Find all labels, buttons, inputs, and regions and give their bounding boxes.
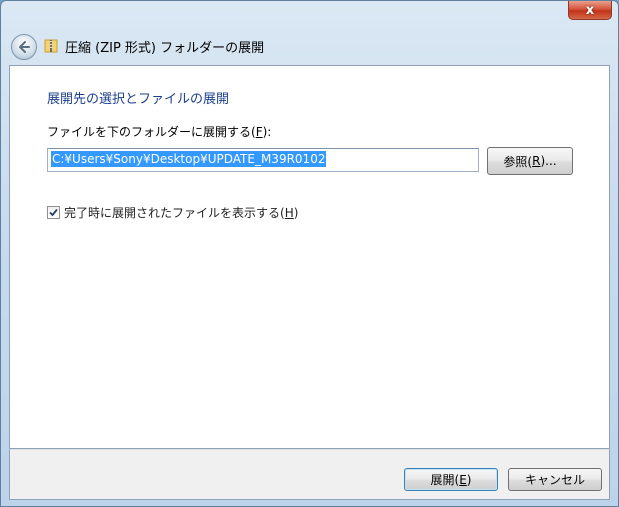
close-button[interactable]: x	[568, 1, 612, 20]
checkmark-icon	[49, 208, 58, 217]
destination-path-input[interactable]: C:¥Users¥Sony¥Desktop¥UPDATE_M39R0102	[47, 148, 479, 172]
browse-button[interactable]: 参照(R)...	[487, 147, 573, 175]
extract-wizard-window: x 圧縮 (ZIP 形式) フォルダーの展開 展開先の選択とファイルの展開 ファ…	[0, 0, 619, 507]
title-bar: x 圧縮 (ZIP 形式) フォルダーの展開	[1, 1, 618, 65]
destination-label: ファイルを下のフォルダーに展開する(F):	[47, 125, 272, 139]
show-files-checkbox[interactable]	[47, 206, 60, 219]
wizard-content-panel: 展開先の選択とファイルの展開 ファイルを下のフォルダーに展開する(F): C:¥…	[9, 65, 610, 449]
show-files-label: 完了時に展開されたファイルを表示する(H)	[64, 206, 299, 220]
cancel-button[interactable]: キャンセル	[508, 468, 602, 491]
window-title: 圧縮 (ZIP 形式) フォルダーの展開	[65, 41, 265, 56]
close-icon: x	[585, 2, 595, 18]
button-footer: 展開(E) キャンセル	[9, 449, 610, 500]
back-button[interactable]	[11, 34, 37, 60]
zip-folder-icon	[44, 39, 58, 53]
page-heading: 展開先の選択とファイルの展開	[47, 92, 230, 107]
extract-button[interactable]: 展開(E)	[404, 468, 498, 491]
show-files-option[interactable]: 完了時に展開されたファイルを表示する(H)	[47, 204, 298, 221]
destination-path-value: C:¥Users¥Sony¥Desktop¥UPDATE_M39R0102	[51, 151, 327, 167]
back-arrow-icon	[19, 41, 30, 53]
